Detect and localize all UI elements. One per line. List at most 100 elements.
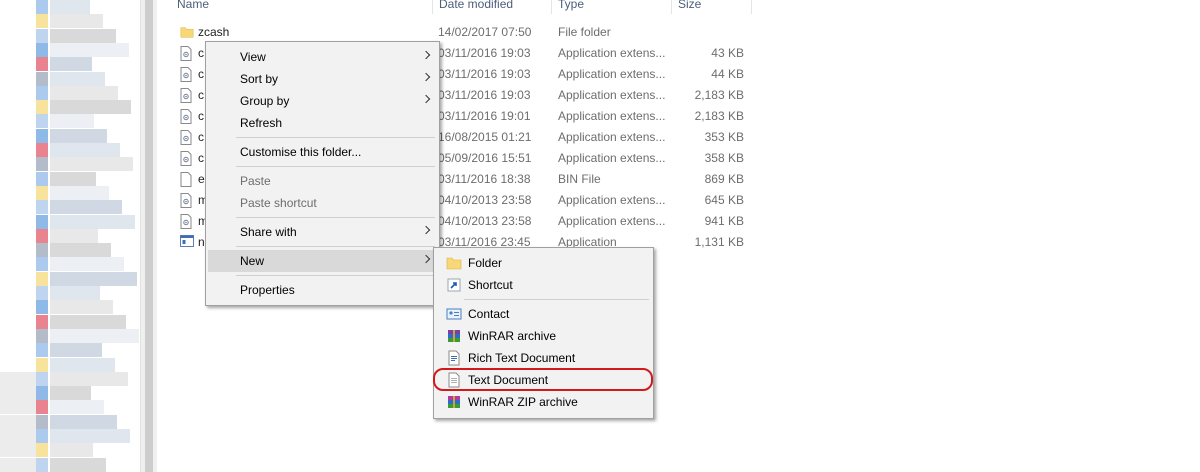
file-date-modified: 03/11/2016 18:38 (438, 172, 531, 186)
blurred-icon (36, 386, 48, 401)
annotation-highlight (433, 368, 653, 391)
file-name: c (198, 46, 204, 60)
chevron-right-icon (421, 50, 431, 60)
blurred-label (50, 57, 92, 72)
blurred-label (50, 386, 91, 401)
blurred-icon (36, 371, 48, 386)
menu-item-new-folder[interactable]: Folder (436, 252, 651, 274)
blurred-icon (36, 200, 48, 215)
menu-separator (236, 166, 435, 167)
column-name[interactable]: Name (171, 0, 433, 14)
menu-item-group-by[interactable]: Group by (208, 90, 437, 112)
blurred-label (50, 443, 93, 458)
menu-item-new-winrar-archive[interactable]: WinRAR archive (436, 325, 651, 347)
dll-icon (180, 151, 192, 166)
blurred-block (0, 414, 36, 429)
blurred-label (50, 143, 120, 157)
blurred-label (50, 14, 103, 29)
blurred-icon (36, 100, 48, 115)
file-type: Application extens... (558, 46, 666, 60)
blurred-icon (36, 414, 48, 429)
blurred-icon (36, 71, 48, 86)
blurred-icon (36, 143, 48, 157)
menu-item-paste-shortcut: Paste shortcut (208, 192, 437, 214)
file-size: 941 KB (704, 214, 744, 228)
column-type[interactable]: Type (552, 0, 672, 14)
menu-item-share-with[interactable]: Share with (208, 221, 437, 243)
menu-item-sort-by[interactable]: Sort by (208, 68, 437, 90)
blurred-icon (36, 257, 48, 272)
blurred-label (50, 314, 126, 329)
file-name: e (198, 172, 205, 186)
blurred-icon (36, 42, 48, 57)
blurred-icon (36, 343, 48, 358)
exe-icon (180, 235, 194, 250)
menu-item-properties[interactable]: Properties (208, 279, 437, 301)
blurred-label (50, 257, 124, 272)
blurred-icon (36, 185, 48, 200)
blurred-label (50, 457, 106, 472)
folder-icon (180, 25, 194, 40)
file-size: 353 KB (704, 130, 744, 144)
file-name: c (198, 130, 204, 144)
blurred-icon (36, 214, 48, 229)
file-size: 2,183 KB (694, 88, 744, 102)
blurred-icon (36, 429, 48, 443)
blurred-icon (36, 400, 48, 415)
blurred-icon (36, 14, 48, 29)
navigation-scrollbar[interactable] (140, 0, 157, 472)
winrar-archive-icon (448, 330, 460, 342)
blurred-icon (36, 457, 48, 472)
file-name: n (198, 235, 205, 249)
blurred-icon (36, 286, 48, 300)
menu-item-new-rich-text[interactable]: Rich Text Document (436, 347, 651, 369)
file-size: 869 KB (704, 172, 744, 186)
menu-item-new-contact[interactable]: Contact (436, 303, 651, 325)
blurred-icon (36, 85, 48, 100)
blurred-icon (36, 114, 48, 129)
scrollbar-thumb[interactable] (145, 0, 153, 472)
menu-label: Refresh (240, 116, 283, 130)
blurred-label (50, 114, 94, 129)
menu-label: View (240, 50, 266, 64)
blurred-icon (36, 57, 48, 72)
file-size: 2,183 KB (694, 109, 744, 123)
blurred-label (50, 157, 133, 172)
menu-label: WinRAR ZIP archive (468, 395, 578, 409)
file-row[interactable]: zcash 14/02/2017 07:50 File folder (157, 22, 757, 43)
menu-item-refresh[interactable]: Refresh (208, 112, 437, 134)
blurred-label (50, 0, 90, 14)
file-name: c (198, 88, 204, 102)
file-name: c (198, 151, 204, 165)
contact-card-icon (446, 308, 462, 320)
menu-label: Customise this folder... (240, 145, 362, 159)
blurred-label (50, 171, 96, 186)
file-type: Application extens... (558, 151, 666, 165)
blurred-label (50, 286, 100, 300)
menu-item-view[interactable]: View (208, 46, 437, 68)
blurred-label (50, 300, 113, 315)
dll-icon (180, 193, 192, 208)
chevron-right-icon (421, 254, 431, 264)
file-size: 43 KB (711, 46, 744, 60)
file-size: 358 KB (704, 151, 744, 165)
blurred-label (50, 271, 137, 286)
menu-item-customise-folder[interactable]: Customise this folder... (208, 141, 437, 163)
file-date-modified: 14/02/2017 07:50 (438, 25, 532, 39)
blurred-icon (36, 228, 48, 243)
menu-item-new-shortcut[interactable]: Shortcut (436, 274, 651, 296)
blurred-block (0, 371, 36, 386)
file-size: 1,131 KB (694, 235, 744, 249)
blurred-icon (36, 243, 48, 258)
blurred-label (50, 228, 98, 243)
column-date-modified[interactable]: Date modified (433, 0, 552, 14)
rich-text-document-icon (448, 350, 460, 366)
menu-item-paste: Paste (208, 170, 437, 192)
blurred-block (0, 457, 36, 472)
blurred-label (50, 28, 116, 43)
menu-item-new[interactable]: New (208, 250, 437, 272)
file-type: BIN File (558, 172, 601, 186)
file-type: Application extens... (558, 67, 666, 81)
column-size[interactable]: Size (672, 0, 752, 14)
menu-item-new-winrar-zip[interactable]: WinRAR ZIP archive (436, 391, 651, 413)
